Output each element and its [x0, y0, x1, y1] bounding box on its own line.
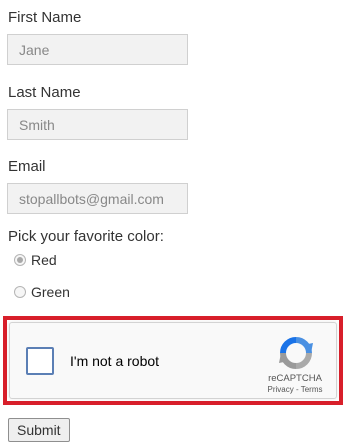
radio-option-red[interactable]: Red [14, 252, 57, 268]
terms-link[interactable]: Terms [301, 385, 323, 394]
email-field[interactable] [7, 183, 188, 214]
recaptcha-logo-icon [279, 337, 313, 369]
recaptcha-checkbox[interactable] [26, 347, 54, 375]
radio-button-red[interactable] [14, 254, 26, 266]
last-name-label: Last Name [8, 84, 81, 101]
recaptcha-links: Privacy - Terms [259, 385, 331, 394]
first-name-field[interactable] [7, 34, 188, 65]
color-question: Pick your favorite color: [8, 228, 164, 245]
submit-button[interactable]: Submit [8, 418, 70, 442]
radio-option-green[interactable]: Green [14, 284, 70, 300]
last-name-field[interactable] [7, 109, 188, 140]
captcha-highlight-frame: I'm not a robot reCAPTCHA Privacy - Term… [3, 316, 343, 405]
email-label: Email [8, 158, 46, 175]
radio-label-red: Red [31, 252, 57, 268]
link-separator: - [293, 385, 301, 394]
recaptcha-brand: reCAPTCHA [268, 373, 322, 384]
first-name-label: First Name [8, 9, 82, 26]
radio-button-green[interactable] [14, 286, 26, 298]
radio-label-green: Green [31, 284, 70, 300]
recaptcha-checkbox-label: I'm not a robot [70, 353, 160, 369]
privacy-link[interactable]: Privacy [268, 385, 294, 394]
recaptcha-widget: I'm not a robot reCAPTCHA Privacy - Term… [9, 322, 337, 399]
